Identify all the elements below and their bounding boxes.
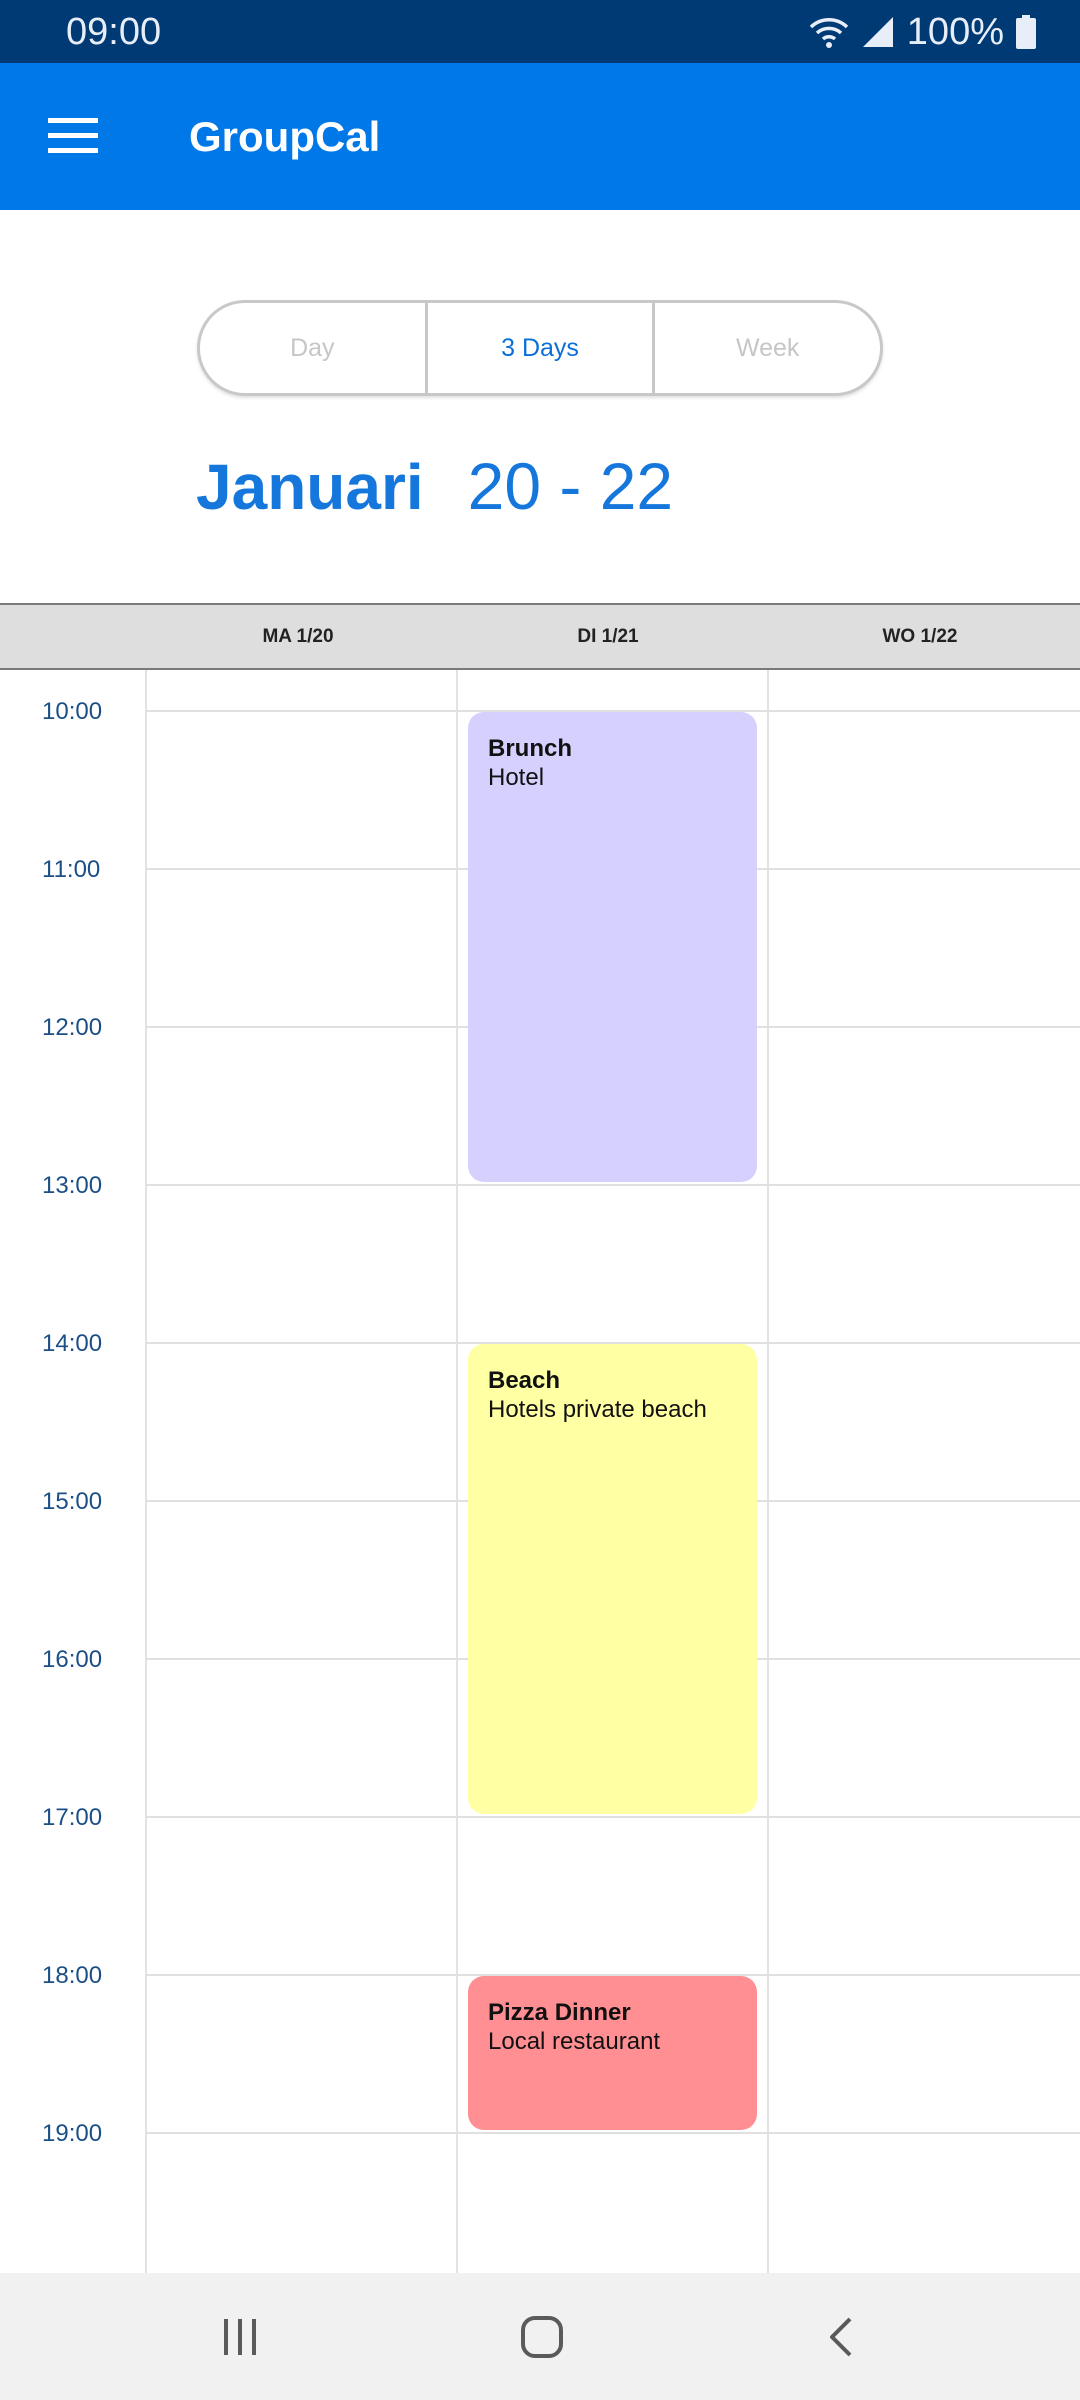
event-card[interactable]: Brunch Hotel bbox=[468, 712, 757, 1182]
hour-label: 14:00 bbox=[42, 1330, 103, 1357]
home-icon[interactable] bbox=[502, 2297, 582, 2377]
column-divider bbox=[767, 670, 769, 2273]
column-divider bbox=[456, 670, 458, 2273]
hour-label: 11:00 bbox=[42, 856, 101, 883]
event-title: Pizza Dinner bbox=[488, 1999, 631, 2026]
day-header: MA 1/20 DI 1/21 WO 1/22 bbox=[0, 603, 1080, 670]
recent-apps-icon[interactable] bbox=[200, 2297, 280, 2377]
status-bar: 09:00 100% bbox=[0, 0, 1080, 63]
app-root: 09:00 100% GroupCal Day 3 Days Week Janu… bbox=[0, 0, 1080, 2400]
day-header-tue[interactable]: DI 1/21 bbox=[453, 605, 763, 668]
event-card[interactable]: Pizza Dinner Local restaurant bbox=[468, 1976, 757, 2130]
hour-line bbox=[146, 1184, 1080, 1186]
hour-line bbox=[146, 2132, 1080, 2134]
day-header-wed[interactable]: WO 1/22 bbox=[765, 605, 1075, 668]
status-indicators: 100% bbox=[809, 10, 1036, 54]
hour-label: 16:00 bbox=[42, 1646, 103, 1673]
event-title: Brunch bbox=[488, 735, 572, 762]
event-location: Local restaurant bbox=[488, 2028, 661, 2055]
hour-label: 12:00 bbox=[42, 1014, 103, 1041]
back-icon[interactable] bbox=[802, 2297, 882, 2377]
hour-label: 10:00 bbox=[42, 698, 103, 725]
hamburger-menu-icon[interactable] bbox=[40, 103, 106, 169]
system-nav-bar bbox=[0, 2273, 1080, 2400]
hour-label: 15:00 bbox=[42, 1488, 103, 1515]
column-divider bbox=[145, 670, 147, 2273]
range-month: Januari bbox=[196, 451, 424, 523]
battery-level: 100% bbox=[906, 10, 1004, 53]
event-card[interactable]: Beach Hotels private beach bbox=[468, 1344, 757, 1814]
hour-label: 18:00 bbox=[42, 1962, 103, 1989]
view-option-3-days[interactable]: 3 Days bbox=[424, 303, 653, 393]
status-time: 09:00 bbox=[66, 11, 162, 53]
event-title: Beach bbox=[488, 1367, 561, 1394]
event-location: Hotels private beach bbox=[488, 1396, 707, 1423]
battery-icon bbox=[1016, 15, 1036, 49]
hour-label: 13:00 bbox=[42, 1172, 103, 1199]
hour-label: 17:00 bbox=[42, 1804, 103, 1831]
view-option-week[interactable]: Week bbox=[652, 303, 880, 393]
hour-line bbox=[146, 1816, 1080, 1818]
signal-icon bbox=[861, 15, 895, 49]
hour-label: 19:00 bbox=[42, 2120, 103, 2147]
range-days: 20 - 22 bbox=[467, 449, 674, 523]
event-location: Hotel bbox=[488, 764, 545, 791]
calendar-grid[interactable]: 10:00 11:00 12:00 13:00 14:00 15:00 16:00 17:00… bbox=[0, 670, 1080, 2273]
app-bar: GroupCal bbox=[0, 63, 1080, 210]
day-header-mon[interactable]: MA 1/20 bbox=[143, 605, 453, 668]
view-option-day[interactable]: Day bbox=[200, 303, 425, 393]
date-range-title: Januari 20 - 22 bbox=[196, 448, 673, 528]
view-switch: Day 3 Days Week bbox=[197, 300, 883, 396]
wifi-icon bbox=[809, 15, 849, 49]
app-title: GroupCal bbox=[189, 113, 381, 160]
